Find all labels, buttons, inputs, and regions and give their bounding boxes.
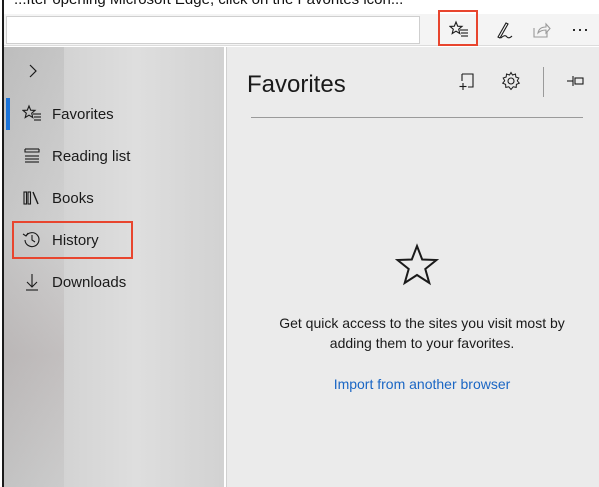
expand-chevron-button[interactable] — [24, 61, 44, 81]
history-icon — [22, 230, 42, 250]
pin-icon — [565, 71, 585, 96]
tutorial-caption-strip: ...fter opening Microsoft Edge, click on… — [4, 0, 599, 14]
share-icon — [531, 20, 551, 40]
sidebar-item-label: History — [52, 232, 99, 249]
sidebar-item-favorites[interactable]: Favorites — [4, 94, 224, 134]
favorites-panel: Favorites Get quick access to the sites … — [226, 47, 599, 487]
download-icon — [22, 272, 42, 292]
tutorial-caption: ...fter opening Microsoft Edge, click on… — [14, 0, 403, 8]
pen-notes-button[interactable] — [485, 14, 521, 46]
new-folder-icon — [457, 71, 477, 96]
add-folder-button[interactable] — [453, 69, 481, 97]
favorites-list-icon — [21, 104, 42, 124]
favorites-hub-button[interactable] — [441, 14, 477, 46]
books-icon — [22, 188, 42, 208]
favorites-hub-icon — [449, 20, 469, 40]
share-button[interactable] — [523, 14, 559, 46]
title-divider — [251, 117, 583, 118]
pen-icon — [493, 20, 513, 40]
browser-window: ...fter opening Microsoft Edge, click on… — [2, 0, 599, 487]
empty-state-message: Get quick access to the sites you visit … — [279, 315, 565, 351]
chevron-right-icon — [29, 64, 37, 78]
sidebar-item-books[interactable]: Books — [4, 178, 224, 218]
sidebar-item-label: Favorites — [52, 106, 114, 123]
browser-toolbar: ⋯ — [4, 14, 599, 46]
toolbar-divider — [543, 67, 544, 97]
sidebar-item-label: Reading list — [52, 148, 131, 165]
import-link[interactable]: Import from another browser — [267, 376, 577, 392]
pin-pane-button[interactable] — [561, 69, 589, 97]
sidebar-item-reading-list[interactable]: Reading list — [4, 136, 224, 176]
sidebar-item-history[interactable]: History — [4, 220, 224, 260]
reading-list-icon — [22, 146, 42, 166]
panel-title: Favorites — [247, 71, 346, 98]
address-bar[interactable] — [6, 16, 420, 44]
sidebar-item-downloads[interactable]: Downloads — [4, 262, 224, 302]
settings-button[interactable] — [497, 69, 525, 97]
empty-star-icon — [394, 243, 440, 287]
gear-icon — [501, 71, 521, 96]
hub-sidebar: Favorites Reading list Books History Dow… — [4, 47, 224, 487]
more-icon: ⋯ — [571, 19, 589, 40]
more-button[interactable]: ⋯ — [562, 14, 598, 46]
sidebar-item-label: Books — [52, 190, 94, 207]
sidebar-item-label: Downloads — [52, 274, 127, 291]
